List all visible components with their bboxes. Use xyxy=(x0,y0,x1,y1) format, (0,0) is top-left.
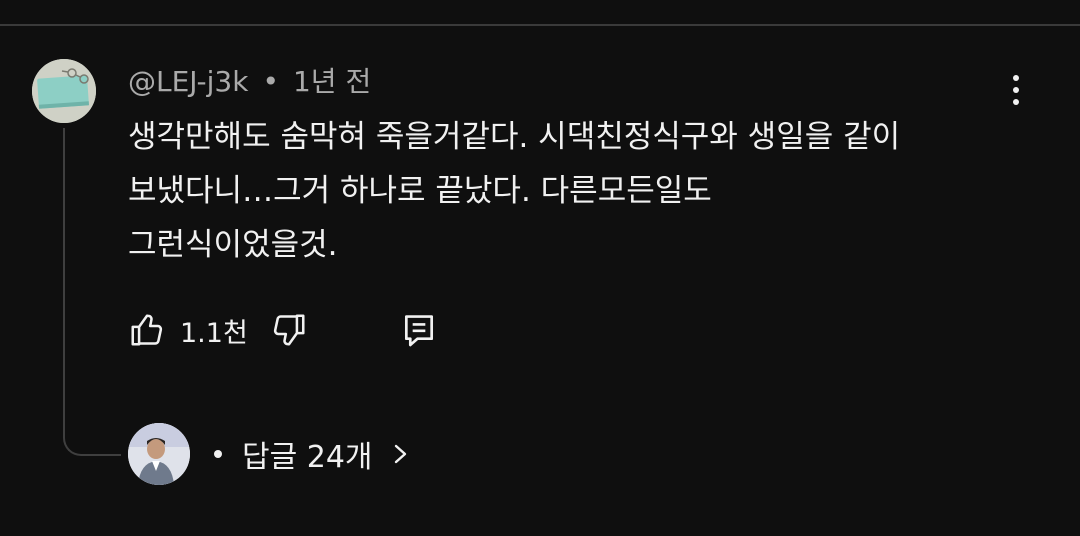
comment-text: 생각만해도 숨막혀 죽을거같다. 시댁친정식구와 생일을 같이 보냈다니…그거 … xyxy=(128,110,1028,272)
reply-thread-line xyxy=(63,128,121,456)
meta-separator: • xyxy=(262,65,279,98)
reply-button[interactable] xyxy=(400,311,438,349)
author-avatar[interactable] xyxy=(32,59,96,123)
like-count: 1.1천 xyxy=(180,317,248,349)
dislike-button[interactable] xyxy=(270,311,308,349)
more-vertical-icon xyxy=(1013,75,1019,81)
thumbs-down-icon xyxy=(273,314,305,346)
comment-line: 그런식이었을것. xyxy=(128,227,338,263)
comment-actions: 1.1천 xyxy=(128,308,438,352)
replies-separator xyxy=(214,450,222,458)
comment-meta: @LEJ-j3k • 1년 전 xyxy=(128,64,371,100)
comment-line: 생각만해도 숨막혀 죽을거같다. 시댁친정식구와 생일을 같이 xyxy=(128,119,901,155)
like-button[interactable] xyxy=(128,311,166,349)
reply-comment-icon xyxy=(404,315,433,347)
comment-time: 1년 전 xyxy=(292,65,372,98)
thumbs-up-icon xyxy=(131,314,163,346)
more-options-button[interactable] xyxy=(1000,68,1032,112)
comment-line: 보냈다니…그거 하나로 끝났다. 다른모든일도 xyxy=(128,173,712,209)
reply-avatar-image xyxy=(128,423,190,485)
author-handle[interactable]: @LEJ-j3k xyxy=(128,65,248,98)
avatar-image xyxy=(32,59,96,123)
replies-count-label: 답글 24개 xyxy=(242,440,373,475)
view-replies-button[interactable]: 답글 24개 xyxy=(128,422,413,486)
top-divider xyxy=(0,24,1080,26)
chevron-right-icon xyxy=(389,439,413,469)
reply-author-avatar xyxy=(128,423,190,485)
